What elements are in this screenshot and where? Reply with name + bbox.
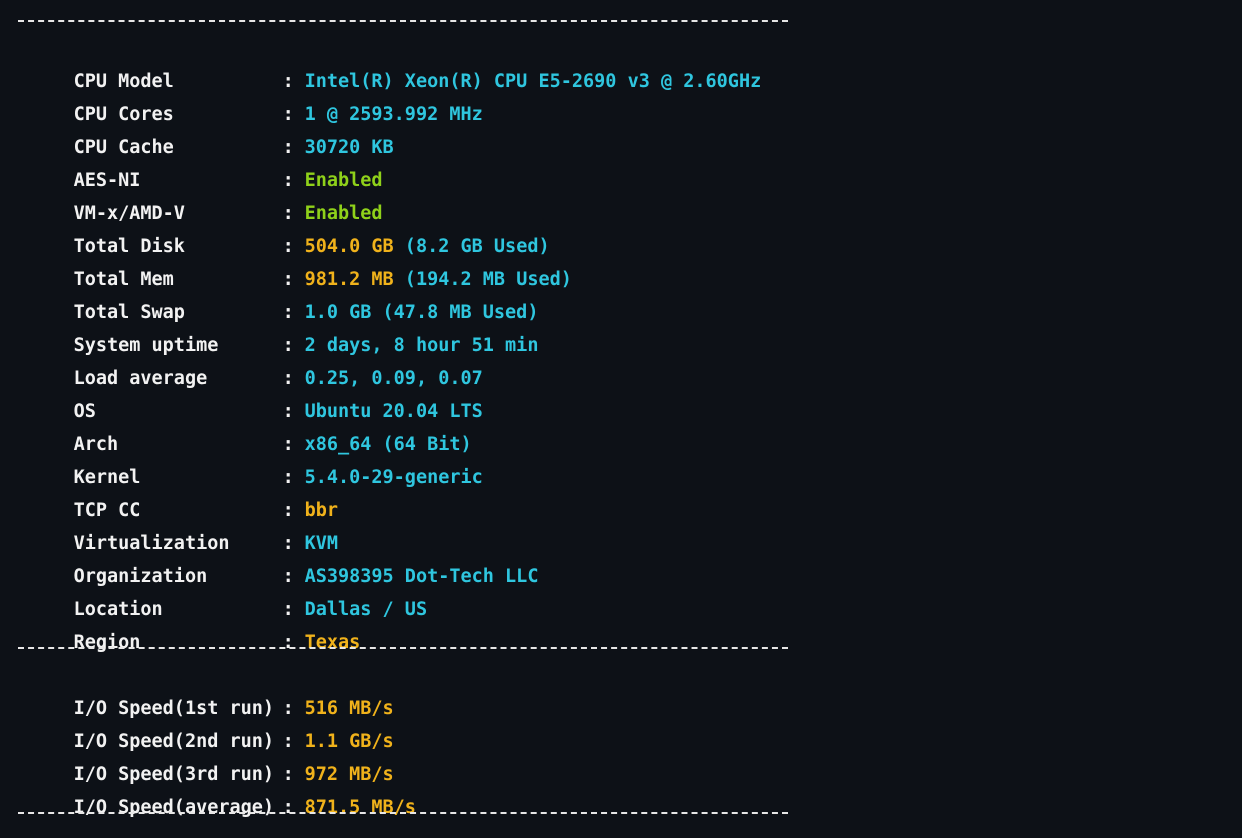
io-row-1st-run: I/O Speed(1st run):516 MB/s	[29, 670, 394, 719]
io-row-average: I/O Speed(average):871.5 MB/s	[29, 769, 416, 818]
terminal-window[interactable]: CPU Model: Intel(R) Xeon(R) CPU E5-2690 v…	[0, 0, 1242, 838]
info-row-total-mem: Total Mem:981.2 MB (194.2 MB Used)	[29, 241, 572, 290]
info-value: Texas	[304, 632, 361, 653]
info-row-vm-x: VM-x/AMD-V: Enabled	[29, 175, 383, 224]
info-row-cpu-model: CPU Model: Intel(R) Xeon(R) CPU E5-2690 v…	[29, 43, 762, 92]
info-row-cpu-cache: CPU Cache:30720 KB	[29, 109, 394, 158]
info-row-total-disk: Total Disk:504.0 GB (8.2 GB Used)	[29, 208, 550, 257]
io-value: 871.5 MB/s	[304, 797, 416, 818]
info-row-total-swap: Total Swap:1.0 GB (47.8 MB Used)	[29, 274, 539, 323]
info-row-organization: Organization: AS398395 Dot-Tech LLC	[29, 538, 539, 587]
info-row-uptime: System uptime:2 days, 8 hour 51 min	[29, 307, 539, 356]
info-row-region: Region: Texas	[29, 604, 361, 653]
io-label: I/O Speed(average)	[73, 797, 275, 818]
colon: :	[282, 797, 294, 818]
info-label: Region	[73, 632, 141, 653]
info-row-tcp-cc: TCP CC: bbr	[29, 472, 338, 521]
info-row-os: OS: Ubuntu 20.04 LTS	[29, 373, 483, 422]
separator-line	[18, 812, 788, 814]
info-row-arch: Arch: x86_64 (64 Bit)	[29, 406, 472, 455]
info-row-kernel: Kernel:5.4.0-29-generic	[29, 439, 483, 488]
io-row-2nd-run: I/O Speed(2nd run):1.1 GB/s	[29, 703, 394, 752]
colon: :	[282, 632, 294, 653]
info-row-load-average: Load average:0.25, 0.09, 0.07	[29, 340, 483, 389]
info-row-cpu-cores: CPU Cores:1 @ 2593.992 MHz	[29, 76, 483, 125]
info-row-aes-ni: AES-NI: Enabled	[29, 142, 383, 191]
separator-line	[18, 647, 788, 649]
separator-line	[18, 20, 788, 22]
info-row-virtualization: Virtualization: KVM	[29, 505, 338, 554]
info-row-location: Location: Dallas / US	[29, 571, 428, 620]
io-row-3rd-run: I/O Speed(3rd run):972 MB/s	[29, 736, 394, 785]
